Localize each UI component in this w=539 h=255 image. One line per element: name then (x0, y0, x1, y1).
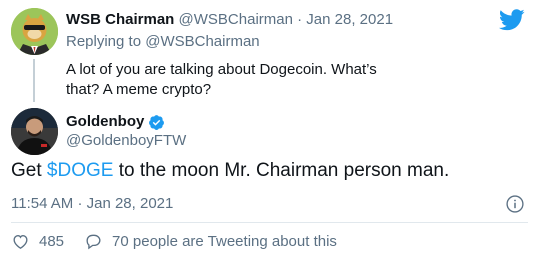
replying-to-line: Replying to @WSBChairman (66, 32, 260, 52)
tweet-timestamp[interactable]: 11:54 AM · Jan 28, 2021 (11, 194, 173, 214)
actions-divider (11, 222, 528, 223)
timestamp-separator: · (77, 195, 83, 212)
heart-icon (13, 234, 28, 249)
main-author-name-row: Goldenboy (66, 112, 165, 132)
person-avatar-image (11, 108, 58, 155)
conversation-link[interactable]: 70 people are Tweeting about this (84, 232, 337, 251)
main-author-name[interactable]: Goldenboy (66, 112, 144, 132)
main-tweet-text: Get $DOGE to the moon Mr. Chairman perso… (11, 158, 449, 184)
like-button[interactable]: 485 (11, 232, 64, 251)
replying-to-label: Replying to (66, 33, 142, 50)
thread-connector-line (33, 59, 35, 102)
tweet-actions-bar: 485 70 people are Tweeting about this (11, 230, 337, 252)
tweet-time: 11:54 AM (11, 195, 74, 212)
replying-to-mention[interactable]: @WSBChairman (145, 33, 259, 50)
parent-author-handle[interactable]: @WSBChairman (179, 11, 293, 28)
speech-bubble-icon (86, 234, 101, 249)
like-count: 485 (39, 232, 65, 250)
header-separator: · (297, 11, 303, 28)
twitter-bird-icon[interactable] (499, 9, 525, 31)
embedded-tweet-card: WSB Chairman @WSBChairman · Jan 28, 2021… (0, 0, 539, 255)
parent-author-avatar[interactable] (11, 8, 58, 55)
main-author-avatar[interactable] (11, 108, 58, 155)
main-author-handle[interactable]: @GoldenboyFTW (66, 131, 186, 151)
parent-tweet-header: WSB Chairman @WSBChairman · Jan 28, 2021 (66, 10, 393, 30)
parent-author-name[interactable]: WSB Chairman (66, 11, 174, 28)
verified-badge-icon (149, 114, 165, 130)
info-icon[interactable] (505, 194, 525, 214)
tweet-date: Jan 28, 2021 (86, 195, 174, 212)
main-text-after: to the moon Mr. Chairman person man. (113, 160, 450, 181)
doge-cashtag-link[interactable]: $DOGE (47, 160, 114, 181)
parent-tweet-date[interactable]: Jan 28, 2021 (306, 11, 393, 28)
conversation-text: 70 people are Tweeting about this (112, 232, 337, 250)
main-text-before: Get (11, 160, 47, 181)
parent-tweet-text: A lot of you are talking about Dogecoin.… (66, 61, 377, 98)
doge-avatar-image (11, 8, 58, 55)
